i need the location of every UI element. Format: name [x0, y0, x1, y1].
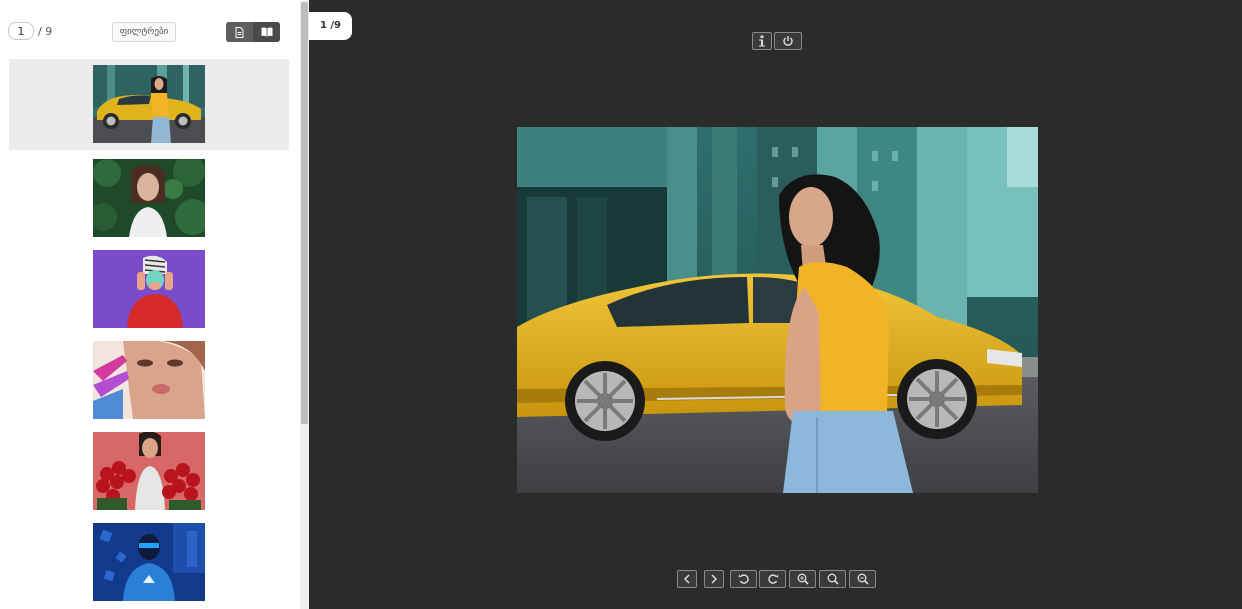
next-button[interactable] — [704, 570, 724, 588]
thumbnail-item-6[interactable] — [9, 514, 289, 605]
rotate-right-button[interactable] — [759, 570, 786, 588]
filters-button[interactable]: ფილტრები — [112, 22, 176, 42]
sidebar-scrollbar[interactable] — [300, 0, 309, 609]
previous-button[interactable] — [677, 570, 697, 588]
thumbnail-item-2[interactable] — [9, 150, 289, 241]
thumbnail-image — [93, 159, 205, 237]
zoom-out-button[interactable] — [849, 570, 876, 588]
zoom-out-icon — [857, 573, 869, 585]
power-button[interactable] — [774, 32, 802, 50]
info-button[interactable] — [752, 32, 772, 50]
thumbnail-item-3[interactable] — [9, 241, 289, 332]
thumbnail-sidebar: / 9 ფილტრები — [0, 0, 300, 609]
thumbnail-image — [93, 65, 205, 143]
main-image[interactable] — [517, 127, 1038, 493]
page-number-input[interactable] — [8, 22, 34, 40]
zoom-in-icon — [797, 573, 809, 585]
open-book-icon — [261, 27, 272, 37]
thumbnail-item-1[interactable] — [9, 59, 289, 150]
rotate-left-button[interactable] — [730, 570, 757, 588]
zoom-in-button[interactable] — [789, 570, 816, 588]
thumbnail-item-4[interactable] — [9, 332, 289, 423]
info-icon — [759, 35, 765, 47]
document-icon — [235, 26, 244, 38]
power-icon — [783, 36, 793, 46]
view-mode-toggle — [226, 22, 280, 42]
thumbnail-item-5[interactable] — [9, 423, 289, 514]
thumbnail-image — [93, 341, 205, 419]
book-view-button[interactable] — [253, 22, 280, 42]
chevron-right-icon — [711, 574, 718, 584]
thumbnail-image — [93, 432, 205, 510]
sidebar-toolbar: / 9 ფილტრები — [0, 0, 300, 56]
page-total-label: / 9 — [38, 25, 53, 38]
single-page-view-button[interactable] — [226, 22, 253, 42]
page-counter: 1 /9 — [309, 12, 352, 40]
rotate-ccw-icon — [738, 574, 749, 584]
zoom-reset-button[interactable] — [819, 570, 846, 588]
thumbnail-image — [93, 523, 205, 601]
rotate-cw-icon — [767, 574, 778, 584]
thumbnail-image — [93, 250, 205, 328]
image-viewer: 1 /9 — [309, 0, 1242, 609]
scrollbar-thumb[interactable] — [301, 2, 308, 424]
thumbnail-list — [0, 56, 300, 609]
search-icon — [827, 573, 839, 585]
chevron-left-icon — [683, 574, 690, 584]
